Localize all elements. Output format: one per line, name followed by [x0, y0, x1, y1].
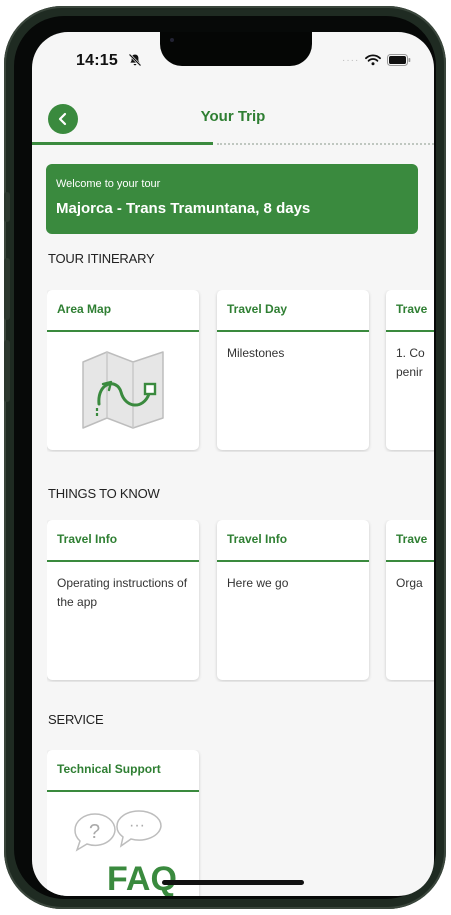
card-title: Trave	[396, 302, 428, 316]
card-travel-info-here-we-go[interactable]: Travel Info Here we go	[217, 520, 369, 680]
progress-fill	[32, 142, 213, 145]
notch	[160, 32, 312, 66]
card-title: Travel Day	[227, 302, 288, 316]
card-technical-support[interactable]: Technical Support ? ··· FAQ	[47, 750, 199, 896]
itinerary-carousel[interactable]: Area Map Travel Day Milestones Trave 1. …	[47, 290, 434, 452]
card-title: Trave	[396, 532, 428, 546]
camera-dot	[170, 38, 174, 42]
service-carousel[interactable]: Technical Support ? ··· FAQ	[47, 750, 434, 896]
volume-down-button	[4, 340, 10, 402]
battery-icon	[387, 54, 411, 66]
card-title: Travel Info	[227, 532, 288, 546]
trip-progress-bar	[32, 142, 434, 146]
card-divider	[47, 330, 199, 332]
card-area-map[interactable]: Area Map	[47, 290, 199, 450]
faq-text: FAQ	[107, 860, 177, 896]
app-screen: 14:15 ···· Your Trip Welcome to your tou…	[32, 32, 434, 896]
progress-remaining	[216, 143, 434, 145]
welcome-banner[interactable]: Welcome to your tour Majorca - Trans Tra…	[46, 164, 418, 234]
card-travel-info-instructions[interactable]: Travel Info Operating instructions of th…	[47, 520, 199, 680]
banner-title: Majorca - Trans Tramuntana, 8 days	[56, 200, 311, 217]
silent-switch	[4, 192, 10, 222]
section-heading-itinerary: TOUR ITINERARY	[48, 251, 155, 266]
card-divider	[386, 330, 434, 332]
home-indicator[interactable]	[162, 880, 304, 885]
card-body: 1. Co penir	[396, 346, 425, 379]
card-body: Here we go	[227, 576, 289, 590]
card-body: Milestones	[227, 346, 285, 360]
question-mark: ?	[89, 821, 100, 843]
card-divider	[47, 790, 199, 792]
section-heading-service: SERVICE	[48, 712, 104, 727]
card-title: Technical Support	[57, 762, 161, 776]
status-indicators: ····	[342, 52, 411, 68]
bubble-dots: ···	[129, 817, 145, 834]
card-divider	[386, 560, 434, 562]
card-body: Operating instructions of the app	[57, 576, 188, 609]
section-heading-things-to-know: THINGS TO KNOW	[48, 486, 160, 501]
banner-subtitle: Welcome to your tour	[56, 178, 161, 190]
card-divider	[47, 560, 199, 562]
volume-up-button	[4, 258, 10, 320]
things-to-know-carousel[interactable]: Travel Info Operating instructions of th…	[47, 520, 434, 682]
card-body: Orga	[396, 576, 423, 590]
card-title: Area Map	[57, 302, 112, 316]
card-travel-info-partial[interactable]: Trave Orga	[386, 520, 434, 680]
wifi-icon	[365, 54, 382, 66]
bell-muted-icon	[128, 53, 142, 67]
map-icon	[82, 351, 164, 429]
card-divider	[217, 560, 369, 562]
card-travel-partial[interactable]: Trave 1. Co penir	[386, 290, 434, 450]
card-divider	[217, 330, 369, 332]
card-title: Travel Info	[57, 532, 118, 546]
status-time: 14:15	[76, 52, 118, 69]
cellular-signal-icon: ····	[342, 54, 360, 66]
card-travel-day[interactable]: Travel Day Milestones	[217, 290, 369, 450]
page-title: Your Trip	[200, 108, 266, 125]
